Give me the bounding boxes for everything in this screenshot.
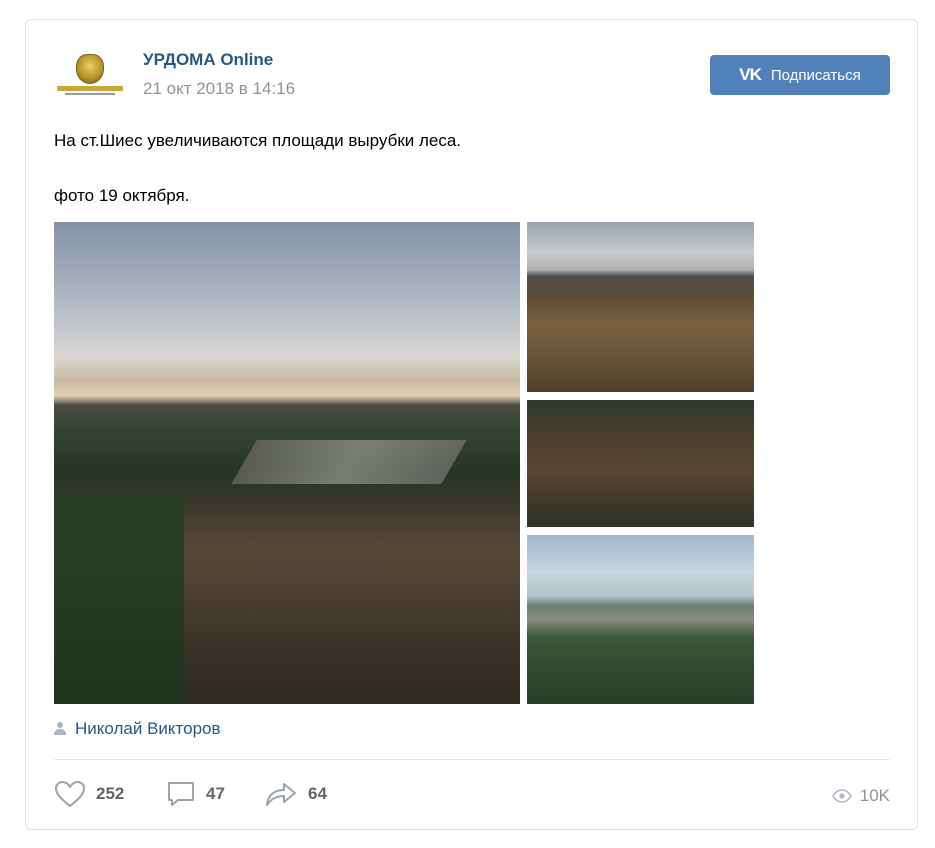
comment-count: 47 xyxy=(206,784,225,803)
like-count: 252 xyxy=(96,784,125,803)
post-text-line-2: фото 19 октября. xyxy=(54,186,190,205)
heart-icon xyxy=(54,780,86,808)
logo-caption xyxy=(65,92,115,95)
logo-wordmark xyxy=(57,85,123,91)
photo-thumb-3[interactable] xyxy=(527,535,754,704)
share-icon xyxy=(266,783,296,806)
comment-button[interactable]: 47 xyxy=(166,780,225,808)
photo-thumb-2[interactable] xyxy=(527,400,754,527)
group-name-link[interactable]: УРДОМА Online xyxy=(143,50,273,70)
photo-main[interactable] xyxy=(54,222,520,704)
post-signer: Николай Викторов xyxy=(54,719,221,739)
signer-name-link[interactable]: Николай Викторов xyxy=(75,719,221,739)
person-icon xyxy=(54,722,66,736)
divider xyxy=(54,759,890,760)
crest-logo-icon xyxy=(76,53,104,84)
comment-icon xyxy=(168,782,194,806)
subscribe-label: Подписаться xyxy=(770,66,861,84)
like-button[interactable]: 252 xyxy=(54,780,124,808)
share-button[interactable]: 64 xyxy=(264,780,327,808)
views-count: 10K xyxy=(859,786,890,805)
subscribe-button[interactable]: VK Подписаться xyxy=(710,55,890,95)
photo-thumb-1[interactable] xyxy=(527,222,754,392)
share-count: 64 xyxy=(308,784,327,803)
views-counter: 10K xyxy=(831,786,890,806)
post-card: УРДОМА Online 21 окт 2018 в 14:16 VK Под… xyxy=(25,19,918,830)
group-avatar[interactable] xyxy=(54,46,126,102)
eye-icon xyxy=(831,789,852,803)
vk-logo-icon: VK xyxy=(739,65,762,84)
post-date[interactable]: 21 окт 2018 в 14:16 xyxy=(143,79,295,99)
post-text-line-1: На ст.Шиес увеличиваются площади вырубки… xyxy=(54,131,462,150)
